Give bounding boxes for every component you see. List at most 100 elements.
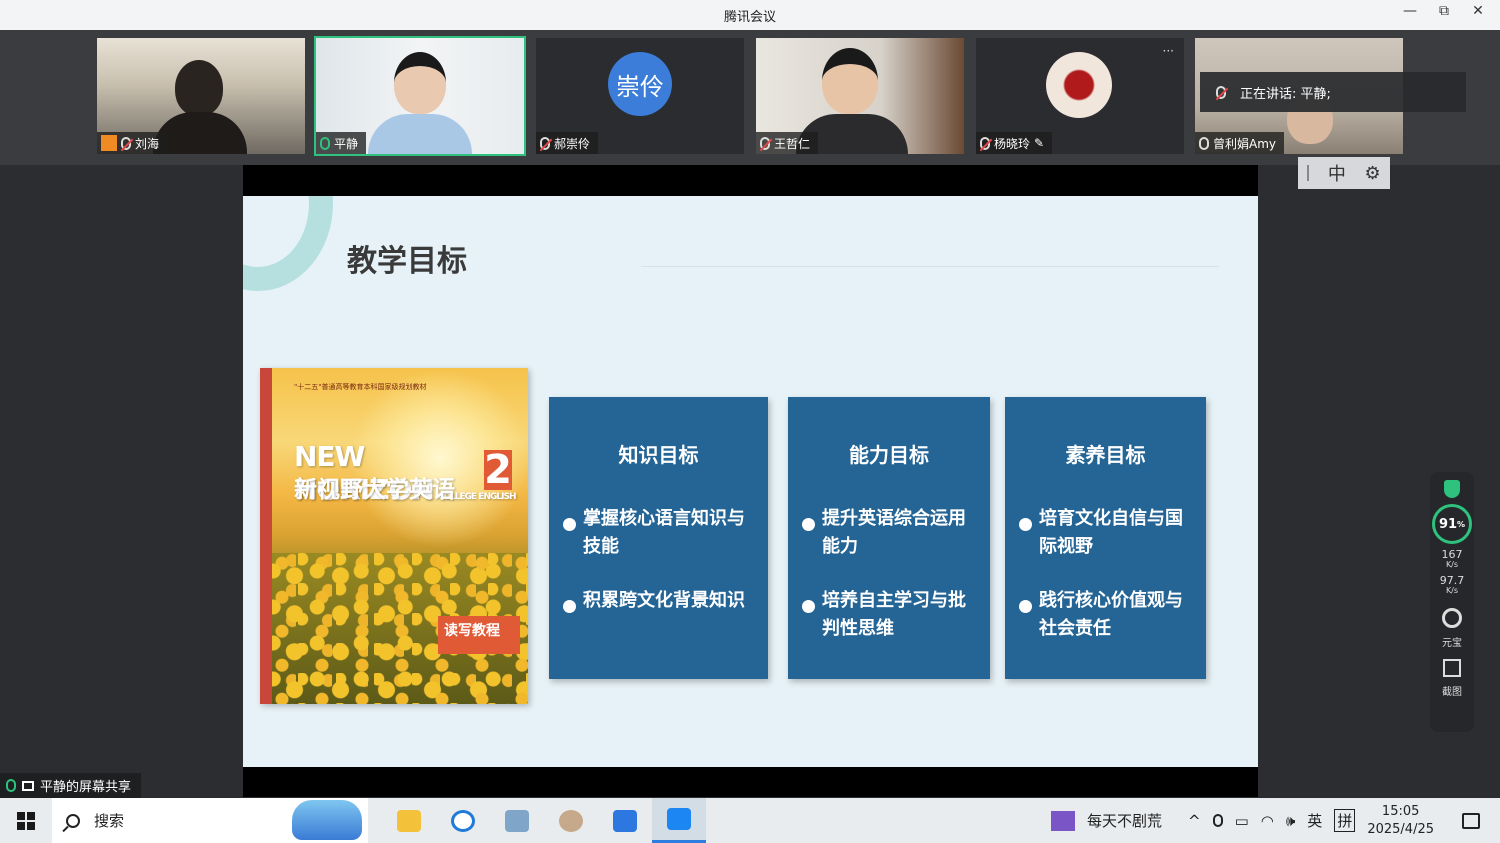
pinned-apps xyxy=(382,798,706,843)
goal-card-literacy: 素养目标 培育文化自信与国际视野 践行核心价值观与社会责任 xyxy=(1005,397,1206,679)
participant-tile[interactable]: ··· 杨晓玲 ✎ xyxy=(976,38,1184,154)
book-badge: 读写教程 xyxy=(438,616,520,654)
participant-name: 杨晓玲 xyxy=(994,136,1031,151)
performance-gauge[interactable]: 91% xyxy=(1432,504,1472,544)
avatar: 崇伶 xyxy=(608,52,672,116)
battery-icon[interactable]: ▭ xyxy=(1235,812,1249,830)
volume-icon[interactable]: 🕪 xyxy=(1286,812,1295,830)
mic-muted-icon xyxy=(1216,85,1226,99)
tray-app-label[interactable]: 每天不剧荒 xyxy=(1087,810,1162,831)
book-cover: "十二五"普通高等教育本科国家级规划教材 NEW HORIZON COLLEGE … xyxy=(260,368,528,704)
language-bar: 中 ⚙ xyxy=(1298,157,1390,189)
goal-card-ability: 能力目标 提升英语综合运用能力 培养自主学习与批判性思维 xyxy=(788,397,990,679)
screen-icon xyxy=(22,780,34,791)
taskbar-search[interactable]: 搜索 xyxy=(52,798,368,843)
taskbar-app[interactable] xyxy=(544,798,598,843)
avatar xyxy=(1046,52,1112,118)
goal-card-title: 素养目标 xyxy=(1065,443,1146,467)
taskbar-app-active[interactable] xyxy=(652,798,706,843)
input-language[interactable]: 英 xyxy=(1307,810,1322,831)
network-widget: 91% 167 K/s 97.7 K/s 元宝 截图 xyxy=(1430,472,1474,732)
participant-tile[interactable]: 崇伶 郝崇伶 xyxy=(536,38,744,154)
participant-name: 郝崇伶 xyxy=(554,136,591,151)
participant-nameplate: 杨晓玲 ✎ xyxy=(976,132,1053,154)
clock-date: 2025/4/25 xyxy=(1367,821,1434,837)
speaking-label: 正在讲话: xyxy=(1240,86,1297,102)
participant-nameplate: 王哲仁 xyxy=(756,132,819,154)
ime-mode[interactable]: 拼 xyxy=(1334,809,1356,832)
mic-icon[interactable] xyxy=(1212,814,1223,827)
maximize-button[interactable]: ⧉ xyxy=(1436,3,1452,19)
book-spine xyxy=(260,368,272,704)
minimize-button[interactable]: — xyxy=(1402,3,1418,19)
notes-icon xyxy=(505,809,529,832)
start-button[interactable] xyxy=(0,798,52,843)
more-icon[interactable]: ··· xyxy=(1163,44,1174,58)
participant-tile[interactable]: 王哲仁 xyxy=(756,38,964,154)
chevron-up-icon[interactable]: ^ xyxy=(1188,812,1201,830)
participant-tile-active[interactable]: 平静 xyxy=(314,36,526,156)
goal-item: 积累跨文化背景知识 xyxy=(563,587,758,615)
download-speed: 97.7 K/s xyxy=(1439,574,1465,595)
clock[interactable]: 15:05 2025/4/25 xyxy=(1367,803,1434,839)
ime-language-button[interactable]: 中 xyxy=(1328,160,1346,186)
goal-item: 掌握核心语言知识与技能 xyxy=(563,505,758,561)
goal-item: 践行核心价值观与社会责任 xyxy=(1019,587,1196,643)
mic-muted-icon xyxy=(121,136,131,150)
screenshot-icon[interactable] xyxy=(1443,659,1461,677)
shared-slide: 教学目标 "十二五"普通高等教育本科国家级规划教材 NEW HORIZON COL… xyxy=(243,196,1258,767)
participant-name: 平静 xyxy=(334,136,359,151)
goal-list: 掌握核心语言知识与技能 积累跨文化背景知识 xyxy=(563,505,758,641)
title-bar: 腾讯会议 — ⧉ ✕ xyxy=(0,0,1500,30)
taskbar-app[interactable] xyxy=(490,798,544,843)
book-title: 新视野大学英语 xyxy=(294,477,455,503)
yuanbao-label: 元宝 xyxy=(1442,638,1462,649)
windows-icon xyxy=(17,811,35,830)
search-label: 搜索 xyxy=(94,812,125,830)
app-icon xyxy=(613,809,637,832)
taskbar-app[interactable] xyxy=(382,798,436,843)
participant-name: 刘海 xyxy=(135,136,160,151)
gear-icon[interactable]: ⚙ xyxy=(1365,163,1381,184)
goal-card-knowledge: 知识目标 掌握核心语言知识与技能 积累跨文化背景知识 xyxy=(549,397,768,679)
share-label-text: 平静的屏幕共享 xyxy=(40,780,132,795)
taskbar: 搜索 每天不剧荒 ^ ▭ ◠ 🕪 英 拼 15:05 2025/4/25 xyxy=(0,798,1500,843)
mic-muted-icon xyxy=(760,136,770,150)
screenshot-label: 截图 xyxy=(1442,687,1462,698)
shield-icon xyxy=(1444,480,1460,498)
participant-tile[interactable]: 刘海 xyxy=(97,38,305,154)
speaking-indicator: 正在讲话: 平静; xyxy=(1200,72,1466,112)
goal-item: 培养自主学习与批判性思维 xyxy=(802,587,980,643)
drag-handle[interactable] xyxy=(1307,165,1310,181)
mic-icon xyxy=(1199,136,1209,150)
goal-list: 培育文化自信与国际视野 践行核心价值观与社会责任 xyxy=(1019,505,1196,669)
edge-icon xyxy=(451,809,475,832)
book-volume: 2 xyxy=(484,447,512,493)
window-title: 腾讯会议 xyxy=(723,9,776,25)
close-button[interactable]: ✕ xyxy=(1470,3,1486,19)
system-tray: 每天不剧荒 ^ ▭ ◠ 🕪 英 拼 15:05 2025/4/25 xyxy=(1050,798,1500,843)
slide-title: 教学目标 xyxy=(347,244,467,279)
decorative-ring xyxy=(243,196,333,291)
mic-on-icon xyxy=(320,136,330,150)
goal-card-title: 能力目标 xyxy=(849,443,929,467)
speaking-name: 平静; xyxy=(1300,86,1331,102)
pencil-icon: ✎ xyxy=(1034,136,1045,150)
wifi-icon[interactable]: ◠ xyxy=(1261,812,1274,830)
goal-list: 提升英语综合运用能力 培养自主学习与批判性思维 xyxy=(802,505,980,669)
participant-nameplate: 曾利娟Amy xyxy=(1195,132,1285,154)
taskbar-app[interactable] xyxy=(598,798,652,843)
video-app-icon[interactable] xyxy=(1050,810,1075,831)
notification-icon[interactable] xyxy=(1462,812,1480,829)
folder-icon xyxy=(397,809,421,832)
participant-name: 曾利娟Amy xyxy=(1213,136,1277,151)
search-icon xyxy=(66,813,80,828)
screen-share-label[interactable]: 平静的屏幕共享 xyxy=(0,773,142,798)
goal-item: 提升英语综合运用能力 xyxy=(802,505,980,561)
goal-card-title: 知识目标 xyxy=(618,443,699,467)
title-divider xyxy=(641,266,1219,267)
clock-time: 15:05 xyxy=(1381,803,1420,819)
yuanbao-icon[interactable] xyxy=(1442,608,1462,628)
taskbar-app[interactable] xyxy=(436,798,490,843)
mic-muted-icon xyxy=(540,136,550,150)
